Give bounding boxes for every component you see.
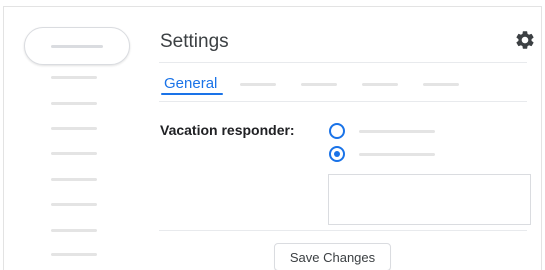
sidebar-item[interactable] [51, 178, 97, 181]
compose-label-placeholder [51, 45, 103, 48]
sidebar-item[interactable] [51, 229, 97, 232]
page-title: Settings [160, 31, 229, 52]
sidebar-item[interactable] [51, 127, 97, 130]
radio-option-label-placeholder [359, 130, 435, 133]
sidebar-item[interactable] [51, 76, 97, 79]
sidebar [4, 7, 144, 270]
save-changes-button[interactable]: Save Changes [274, 243, 391, 270]
sidebar-item[interactable] [51, 152, 97, 155]
gear-icon[interactable] [514, 29, 536, 51]
compose-button[interactable] [24, 27, 130, 65]
sidebar-item[interactable] [51, 102, 97, 105]
sidebar-item[interactable] [51, 203, 97, 206]
vacation-message-textarea[interactable] [328, 174, 531, 225]
tab-placeholder[interactable] [362, 83, 398, 86]
tab-placeholder[interactable] [423, 83, 459, 86]
divider [159, 62, 527, 63]
tab-placeholder[interactable] [301, 83, 337, 86]
settings-window: Settings General Vacation responder: Sav… [3, 6, 542, 270]
vacation-responder-label: Vacation responder: [160, 122, 295, 138]
radio-option-label-placeholder [359, 153, 435, 156]
vacation-on-radio[interactable] [329, 146, 345, 162]
tab-placeholder[interactable] [240, 83, 276, 86]
divider [159, 230, 527, 231]
active-tab-indicator [161, 93, 223, 95]
vacation-off-radio[interactable] [329, 123, 345, 139]
tab-general[interactable]: General [164, 75, 217, 92]
sidebar-item[interactable] [51, 253, 97, 256]
divider [159, 101, 527, 102]
